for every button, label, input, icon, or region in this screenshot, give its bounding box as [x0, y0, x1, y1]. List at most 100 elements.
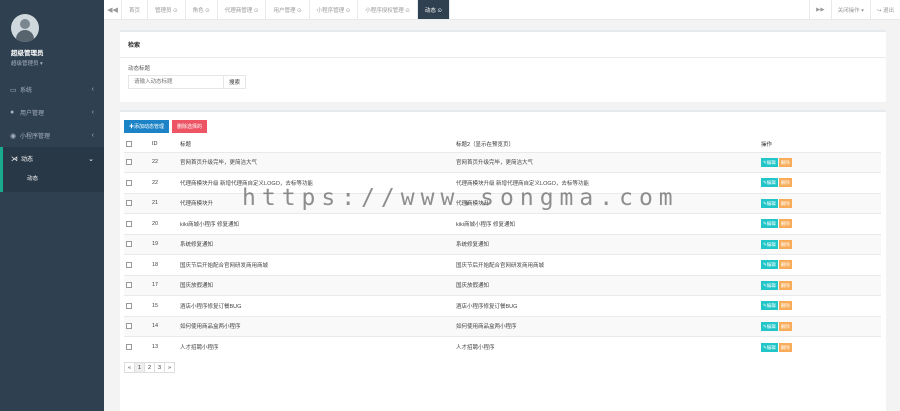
- wechat-icon: ◉: [10, 132, 17, 140]
- cell-title: 国庆放假通知: [180, 274, 456, 296]
- row-checkbox[interactable]: [126, 220, 132, 227]
- cell-id: 22: [152, 151, 180, 173]
- table-row: 22 官网首页升级完毕，更简洁大气 官网首页升级完毕，更简洁大气 ✎编辑 删除: [124, 151, 881, 173]
- cell-title2: 国庆放假通知: [456, 274, 761, 296]
- cell-id: 19: [152, 233, 180, 255]
- add-dynamic-button[interactable]: ✚添加动态管理: [124, 120, 170, 133]
- tab-dynamics[interactable]: 动态 ⊙: [417, 0, 450, 19]
- edit-button[interactable]: ✎编辑: [761, 198, 778, 208]
- avatar[interactable]: [11, 14, 39, 42]
- edit-button[interactable]: ✎编辑: [761, 178, 778, 188]
- tab-agents[interactable]: 代理商管理 ⊙: [218, 0, 267, 19]
- tab-roles[interactable]: 角色 ⊙: [186, 0, 218, 19]
- pagination: « 1 2 3 »: [124, 362, 882, 373]
- row-checkbox[interactable]: [126, 323, 132, 330]
- sidebar-item-label: 用户管理: [20, 111, 45, 117]
- cell-id: 13: [152, 336, 180, 357]
- sidebar-item-miniprogram[interactable]: ◉ 小程序管理 ‹: [0, 124, 104, 147]
- delete-button[interactable]: 删除: [778, 260, 792, 270]
- list-panel: ✚添加动态管理 删除选择的 ID 标题 标题2（显示在预览页） 操作 22 官网首…: [120, 110, 886, 411]
- row-checkbox[interactable]: [126, 179, 132, 186]
- delete-button[interactable]: 删除: [778, 219, 792, 229]
- tab-bar: ◀◀ 首页 管理员 ⊙ 角色 ⊙ 代理商管理 ⊙ 用户管理 ⊙ 小程序管理 ⊙ …: [104, 0, 900, 20]
- tab-miniprogram[interactable]: 小程序管理 ⊙: [310, 0, 359, 19]
- share-icon: ⋊: [11, 155, 18, 163]
- row-checkbox[interactable]: [126, 159, 132, 166]
- cell-title2: 官网首页升级完毕，更简洁大气: [456, 151, 761, 173]
- sidebar-subitem-dynamics[interactable]: 动态: [3, 170, 104, 186]
- table-row: 20 kiki商城小程序 修复通知 kiki商城小程序 修复通知 ✎编辑 删除: [124, 213, 881, 234]
- page-next-button[interactable]: »: [164, 362, 175, 373]
- tab-admin[interactable]: 管理员 ⊙: [148, 0, 186, 19]
- row-checkbox[interactable]: [126, 241, 132, 248]
- scroll-tabs-right-button[interactable]: ▶▶: [809, 0, 830, 19]
- delete-button[interactable]: 删除: [778, 157, 792, 167]
- logout-button[interactable]: ↪ 退出: [869, 0, 900, 19]
- edit-button[interactable]: ✎编辑: [761, 219, 778, 229]
- cell-id: 18: [152, 254, 180, 275]
- delete-button[interactable]: 删除: [778, 321, 792, 331]
- cell-title2: 代理商模块升: [456, 192, 761, 214]
- cell-title: kiki商城小程序 修复通知: [180, 213, 456, 234]
- cell-title2: 国庆节后开始配合官网研发商用商城: [456, 254, 761, 275]
- scroll-tabs-left-button[interactable]: ◀◀: [104, 0, 122, 19]
- user-icon: ●: [10, 109, 15, 116]
- sidebar-item-users[interactable]: ● 用户管理 ‹: [0, 101, 104, 124]
- sidebar-nav: ▭ 系统 ‹ ● 用户管理 ‹ ◉ 小程序管理 ‹ ⋊ 动态 ⌄ 动态: [0, 78, 104, 192]
- delete-button[interactable]: 删除: [778, 239, 792, 249]
- search-button[interactable]: 搜索: [224, 75, 247, 89]
- cell-id: 14: [152, 315, 180, 337]
- column-header-actions: 操作: [761, 137, 881, 153]
- search-input[interactable]: [128, 75, 224, 89]
- search-panel: 检索 动态标题 搜索: [120, 30, 886, 102]
- row-checkbox[interactable]: [126, 343, 132, 350]
- column-header-title: 标题: [180, 137, 456, 153]
- delete-selected-button[interactable]: 删除选择的: [172, 120, 208, 133]
- close-operations-dropdown[interactable]: 关闭操作 ▾: [830, 0, 870, 19]
- cell-title: 国庆节后开始配合官网研发商用商城: [180, 254, 456, 275]
- select-all-checkbox[interactable]: [126, 141, 132, 148]
- tab-miniprogram-auth[interactable]: 小程序授权管理 ⊙: [358, 0, 418, 19]
- sidebar-item-label: 系统: [20, 88, 33, 94]
- tab-users[interactable]: 用户管理 ⊙: [266, 0, 310, 19]
- tab-home[interactable]: 首页: [122, 0, 149, 19]
- cell-title2: kiki商城小程序 修复通知: [456, 213, 761, 234]
- edit-button[interactable]: ✎编辑: [761, 342, 778, 352]
- table-row: 22 代理商模块升级 新增代理商自定义LOGO，去标等功能 代理商模块升级 新增代理…: [124, 172, 881, 193]
- sidebar-item-label: 动态: [21, 157, 34, 163]
- cell-title: 官网首页升级完毕，更简洁大气: [180, 151, 456, 173]
- edit-button[interactable]: ✎编辑: [761, 301, 778, 311]
- table-row: 15 酒店小程序修复订餐BUG 酒店小程序修复订餐BUG ✎编辑 删除: [124, 295, 881, 316]
- row-checkbox[interactable]: [126, 302, 132, 309]
- delete-button[interactable]: 删除: [778, 280, 792, 290]
- chevron-left-icon: ‹: [91, 132, 94, 139]
- sidebar-item-label: 小程序管理: [20, 134, 51, 140]
- row-checkbox[interactable]: [126, 282, 132, 289]
- sidebar: 超级管理员 超级管理员 ▾ ▭ 系统 ‹ ● 用户管理 ‹ ◉ 小程序管理 ‹ …: [0, 0, 104, 411]
- delete-button[interactable]: 删除: [778, 342, 792, 352]
- cell-title: 系统修复通知: [180, 233, 456, 255]
- cell-title: 代理商模块升级 新增代理商自定义LOGO，去标等功能: [180, 172, 456, 193]
- edit-button[interactable]: ✎编辑: [761, 321, 778, 331]
- delete-button[interactable]: 删除: [778, 178, 792, 188]
- sidebar-item-dynamics[interactable]: ⋊ 动态 ⌄ 动态: [0, 147, 104, 192]
- cell-title: 如何使用商品盒两小程序: [180, 315, 456, 337]
- edit-button[interactable]: ✎编辑: [761, 260, 778, 270]
- delete-button[interactable]: 删除: [778, 301, 792, 311]
- panel-title: 检索: [120, 32, 886, 58]
- user-role-dropdown[interactable]: 超级管理员 ▾: [11, 59, 104, 67]
- table-row: 14 如何使用商品盒两小程序 如何使用商品盒两小程序 ✎编辑 删除: [124, 315, 881, 337]
- cell-id: 21: [152, 192, 180, 214]
- table-row: 19 系统修复通知 系统修复通知 ✎编辑 删除: [124, 233, 881, 255]
- cell-id: 22: [152, 172, 180, 193]
- table-row: 21 代理商模块升 代理商模块升 ✎编辑 删除: [124, 192, 881, 214]
- table-row: 17 国庆放假通知 国庆放假通知 ✎编辑 删除: [124, 274, 881, 296]
- edit-button[interactable]: ✎编辑: [761, 239, 778, 249]
- edit-button[interactable]: ✎编辑: [761, 157, 778, 167]
- cell-id: 15: [152, 295, 180, 316]
- row-checkbox[interactable]: [126, 200, 132, 207]
- sidebar-item-system[interactable]: ▭ 系统 ‹: [0, 78, 104, 101]
- edit-button[interactable]: ✎编辑: [761, 280, 778, 290]
- delete-button[interactable]: 删除: [778, 198, 792, 208]
- row-checkbox[interactable]: [126, 261, 132, 268]
